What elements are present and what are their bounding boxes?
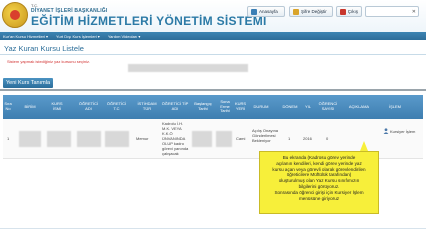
employment-type: Memur [136,136,149,141]
term: 1 [288,136,291,141]
col-header: BİRİM [24,103,36,109]
system-title: EĞİTİM HİZMETLERİ YÖNETİM SİSTEMİ [31,14,267,28]
col-header: YIL [304,103,311,109]
home-icon [251,8,257,15]
key-icon [293,8,299,15]
col-header: DURUM [253,103,269,109]
nav-yardim-videolari[interactable]: Yardım Videoları ▾ [108,34,141,39]
user-icon [383,128,389,134]
redacted-field [192,131,212,147]
col-header: KURS YERİ [234,101,247,111]
logout-button[interactable]: Çıkış [336,6,362,17]
close-icon[interactable]: ✕ [412,9,416,15]
table-header: Sıra No BİRİM KURS İSMİ ÖĞRETİCİ ADI ÖĞR… [3,95,423,119]
teacher-type: Kadrolu İ.H. M.K. VEYA K.K.Ö ÜNVANINDA O… [162,121,189,156]
course-location: Cami [236,136,246,141]
redacted-field [77,131,101,147]
divider [0,89,426,91]
home-button[interactable]: Anasayfa [247,6,285,17]
col-header: DÖNEM [282,103,298,109]
redacted-field [216,131,232,147]
main-nav: Kur'an Kursu Hizmetleri ▾ Yurt Dışı Kurs… [0,32,426,40]
redacted-field [19,131,41,147]
status-text: Açılış Onayına Gönderilmesi Bekleniyor [252,128,279,143]
app-header: T.C. DİYANET İŞLERİ BAŞKANLIĞI EĞİTİM Hİ… [0,0,426,32]
warning-message: Sistem yapmak istediğiniz yaz kursunu se… [7,59,91,64]
explanation-tooltip: Bu ekranda (Kadrosu görev yerinde açılan… [259,151,379,214]
col-header: ÖĞRETİCİ ADI [78,101,99,111]
row-number: 1 [7,136,10,141]
change-password-button[interactable]: Şifre Değiştir [289,6,333,17]
col-header: Sona Erme Tarihi [220,99,230,114]
col-header: AÇIKLAMA [348,103,370,109]
user-info-box[interactable]: ✕ [365,6,419,17]
year: 2016 [303,136,312,141]
student-count: 0 [326,136,329,141]
col-header: ÖĞRETİCİ TİP ADI [161,101,189,111]
col-header: ÖĞRENCİ SAYISI [318,101,338,111]
col-header: Başlangıç Tarihi [194,101,212,111]
col-header: İŞLEM [388,103,401,109]
divider [0,54,426,55]
tooltip-arrow [360,141,368,151]
divider [0,228,426,229]
col-header: ÖĞRETİCİ T.C [106,101,127,111]
redacted-field [47,131,71,147]
exit-icon [340,8,346,15]
col-header: KURS İSMİ [51,101,63,111]
nav-kuran-kursu[interactable]: Kur'an Kursu Hizmetleri ▾ [3,34,48,39]
kursiyer-islem-link[interactable]: Kursiyer İşlem [383,128,415,134]
col-header: Sıra No [4,101,12,111]
col-header: İSTİHDAM TÜR [137,101,157,111]
nav-yurt-disi[interactable]: Yurt Dışı Kurs İşlemleri ▾ [56,34,100,39]
redacted-field [105,131,129,147]
redacted-field [128,64,248,72]
new-course-button[interactable]: Yeni Kurs Tanımla [3,78,53,88]
page-title: Yaz Kuran Kursu Listele [4,44,84,53]
diyanet-logo [2,2,28,28]
